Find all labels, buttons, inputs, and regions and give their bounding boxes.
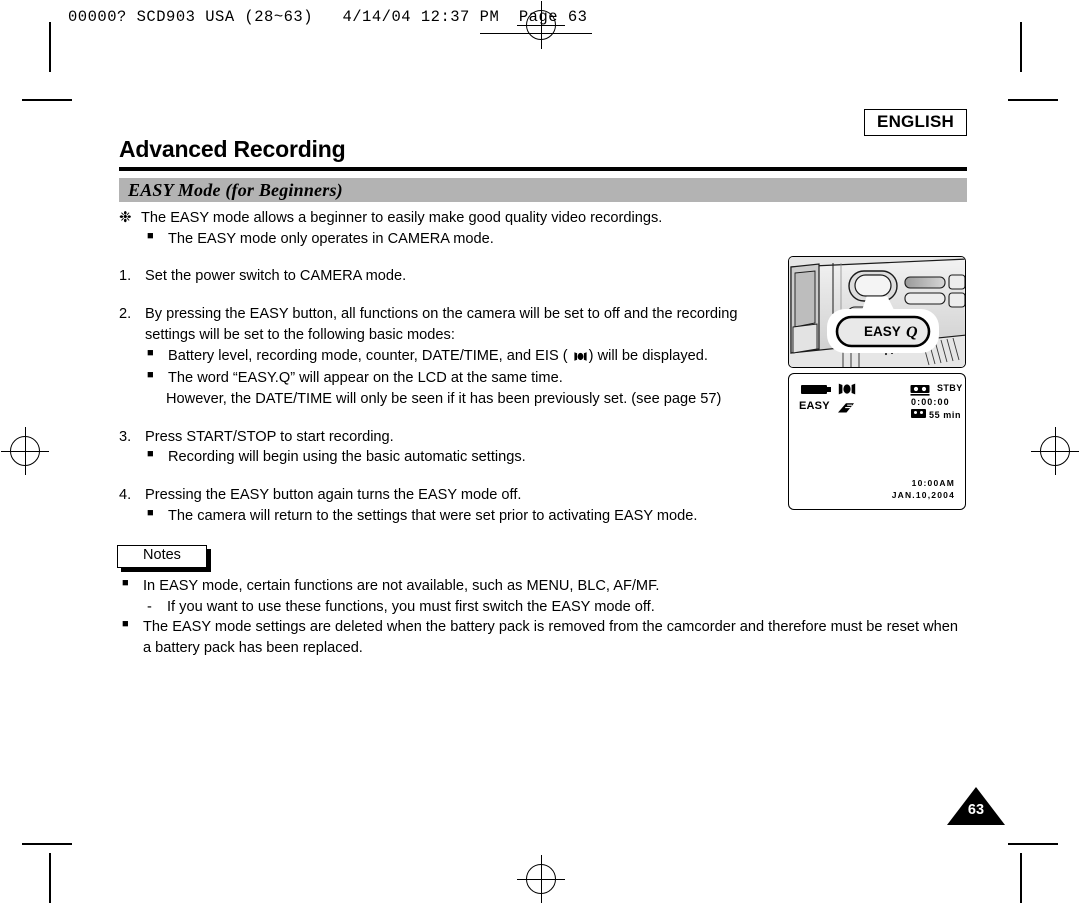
easy-callout-label: EASY (864, 324, 901, 339)
intro-sub-text: The EASY mode only operates in CAMERA mo… (168, 230, 494, 247)
eis-icon (573, 348, 588, 369)
notes-content: ■ In EASY mode, certain functions are no… (119, 576, 959, 659)
page-number-badge: 63 (947, 787, 1005, 825)
notes-tab: Notes (117, 545, 211, 572)
lcd-status-text: STBY (937, 383, 963, 393)
page-number: 63 (967, 802, 985, 818)
intro-bullet: ❉ The EASY mode allows a beginner to eas… (119, 208, 769, 229)
note-item-1-text: In EASY mode, certain functions are not … (143, 578, 660, 594)
step-2-bullet-1-before: Battery level, recording mode, counter, … (168, 347, 572, 364)
lcd-counter-text: 0:00:00 (911, 397, 950, 407)
lcd-screen: EASY STBY 0:00:00 55 min 10:00AM JAN.10,… (789, 374, 965, 509)
note-item-1-sub: - If you want to use these functions, yo… (143, 597, 959, 618)
q-callout-label: Q (906, 324, 918, 341)
step-2-text: By pressing the EASY button, all functio… (145, 306, 738, 343)
note-item-2: ■ The EASY mode settings are deleted whe… (119, 617, 959, 658)
lcd-time-text: 10:00AM (911, 478, 955, 488)
section-title: EASY Mode (for Beginners) (128, 180, 343, 200)
step-2-bullet-2-text: The word “EASY.Q” will appear on the LCD… (168, 370, 563, 387)
step-4-number: 4. (119, 487, 132, 504)
step-3-text: Press START/STOP to start recording. (145, 428, 394, 445)
step-4-bullet-1-text: The camera will return to the settings t… (168, 507, 698, 524)
camera-photo-figure: EASY Q (788, 256, 966, 368)
step-2: 2. By pressing the EASY button, all func… (119, 304, 769, 345)
step-3-number: 3. (119, 428, 132, 445)
step-4-bullet-1: ■ The camera will return to the settings… (144, 506, 769, 527)
battery-level-icon (801, 385, 831, 394)
section-header-bar: EASY Mode (for Beginners) (119, 178, 967, 202)
step-2-continuation: However, the DATE/TIME will only be seen… (166, 389, 769, 410)
step-2-continuation-text: However, the DATE/TIME will only be seen… (166, 391, 722, 408)
page-title: Advanced Recording (119, 136, 346, 162)
lcd-display-figure: EASY STBY 0:00:00 55 min 10:00AM JAN.10,… (788, 373, 966, 510)
intro-sub-bullet: ■ The EASY mode only operates in CAMERA … (144, 229, 769, 250)
step-4: 4. Pressing the EASY button again turns … (119, 485, 769, 506)
step-2-bullet-1-after: ) will be displayed. (588, 347, 708, 364)
square-bullet-icon: ■ (147, 229, 154, 242)
step-1-text: Set the power switch to CAMERA mode. (145, 268, 407, 285)
notes-tab-label: Notes (143, 547, 181, 563)
tape-remaining-icon (911, 409, 926, 418)
square-bullet-icon: ■ (147, 506, 154, 519)
note-item-1-sub-text: If you want to use these functions, you … (167, 598, 655, 615)
lcd-date-text: JAN.10,2004 (891, 490, 955, 500)
step-1: 1. Set the power switch to CAMERA mode. (119, 266, 769, 287)
recording-mode-icon (837, 401, 855, 419)
step-4-text: Pressing the EASY button again turns the… (145, 487, 522, 504)
camera-illustration: EASY Q (789, 257, 965, 367)
square-bullet-icon: ■ (147, 369, 154, 382)
dash-bullet-icon: - (147, 598, 152, 615)
clover-bullet-icon: ❉ (119, 209, 132, 226)
note-item-1: ■ In EASY mode, certain functions are no… (119, 576, 959, 597)
step-2-bullet-2: ■ The word “EASY.Q” will appear on the L… (144, 368, 769, 389)
step-2-bullet-1-text: Battery level, recording mode, counter, … (168, 346, 769, 369)
square-bullet-icon: ■ (122, 577, 129, 589)
step-2-bullet-1: ■ Battery level, recording mode, counter… (144, 346, 769, 369)
square-bullet-icon: ■ (147, 346, 154, 359)
step-2-number: 2. (119, 306, 132, 323)
square-bullet-icon: ■ (147, 448, 154, 461)
step-3-bullet-1: ■ Recording will begin using the basic a… (144, 447, 769, 468)
step-3-bullet-1-text: Recording will begin using the basic aut… (168, 449, 526, 466)
body-content: ❉ The EASY mode allows a beginner to eas… (119, 208, 769, 527)
step-3: 3. Press START/STOP to start recording. (119, 427, 769, 448)
intro-text: The EASY mode allows a beginner to easil… (141, 210, 663, 226)
title-divider (119, 167, 967, 171)
step-1-number: 1. (119, 268, 132, 285)
lcd-easy-label: EASY (799, 400, 830, 412)
eis-icon (837, 382, 857, 401)
language-badge: ENGLISH (864, 109, 967, 136)
manual-page: ENGLISH Advanced Recording EASY Mode (fo… (0, 0, 1080, 905)
note-item-2-text: The EASY mode settings are deleted when … (143, 619, 958, 657)
square-bullet-icon: ■ (122, 618, 129, 631)
lcd-tape-remaining-text: 55 min (929, 410, 962, 420)
